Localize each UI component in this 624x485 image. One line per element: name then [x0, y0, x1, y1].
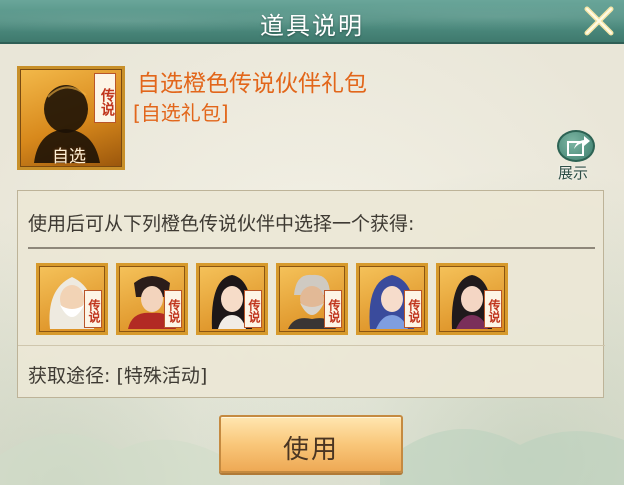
- partner-option[interactable]: 传说: [356, 263, 428, 335]
- partner-option[interactable]: 传说: [116, 263, 188, 335]
- legend-badge: 传说: [484, 290, 502, 328]
- use-button[interactable]: 使用: [219, 415, 403, 473]
- description-text: 使用后可从下列橙色传说伙伴中选择一个获得:: [28, 213, 415, 235]
- description-box: 使用后可从下列橙色传说伙伴中选择一个获得: 传说 传说 传说 传说 传说 传说 …: [17, 190, 605, 398]
- close-button[interactable]: [580, 2, 618, 40]
- legend-badge: 传说: [244, 290, 262, 328]
- show-button[interactable]: 展示: [554, 130, 600, 182]
- item-name: 自选橙色传说伙伴礼包: [137, 71, 367, 97]
- legend-badge: 传说: [84, 290, 102, 328]
- partner-option[interactable]: 传说: [36, 263, 108, 335]
- legend-badge: 传说: [94, 73, 116, 123]
- partner-option[interactable]: 传说: [276, 263, 348, 335]
- title-bar: 道具说明: [0, 0, 624, 44]
- divider: [18, 345, 605, 346]
- show-label: 展示: [558, 164, 589, 182]
- legend-badge: 传说: [164, 290, 182, 328]
- use-button-label: 使用: [282, 435, 339, 465]
- share-arrow-icon: [557, 130, 595, 162]
- item-info-dialog: 道具说明 自选 传说 自选橙色传说伙伴礼包 [自选礼包] 展示 使用后可从下列橙…: [0, 0, 624, 485]
- item-type: [自选礼包]: [133, 101, 229, 125]
- item-icon-label: 自选: [52, 147, 86, 167]
- dialog-title: 道具说明: [260, 12, 364, 40]
- item-icon: 自选 传说: [17, 66, 125, 170]
- divider: [28, 247, 595, 249]
- partner-option[interactable]: 传说: [196, 263, 268, 335]
- acquisition-source: 获取途径: [特殊活动]: [28, 365, 208, 387]
- partner-option[interactable]: 传说: [436, 263, 508, 335]
- legend-badge: 传说: [404, 290, 422, 328]
- legend-badge: 传说: [324, 290, 342, 328]
- close-x-icon: [584, 6, 614, 36]
